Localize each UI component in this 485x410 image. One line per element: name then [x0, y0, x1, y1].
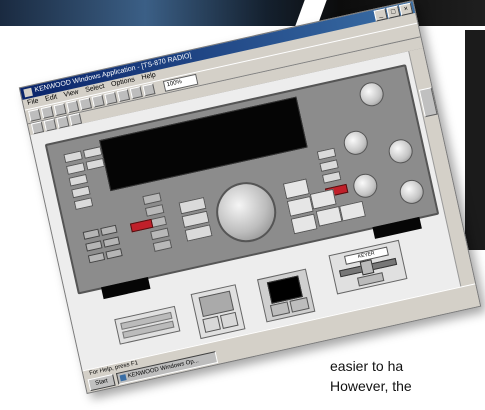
proc-key[interactable]: [73, 197, 94, 211]
copy-icon[interactable]: [91, 94, 105, 108]
new-icon[interactable]: [28, 108, 42, 122]
keypad-5[interactable]: [315, 205, 343, 227]
mode-am-key[interactable]: [150, 227, 170, 241]
app-icon: [23, 87, 33, 98]
send-key[interactable]: [85, 157, 105, 171]
right-foot: [372, 216, 422, 239]
article-body-text: easier to ha However, the: [330, 356, 485, 396]
grid-icon[interactable]: [129, 86, 143, 100]
notch-knob[interactable]: [397, 177, 427, 207]
keyer-key[interactable]: [87, 252, 106, 264]
article-line-2: However, the: [330, 378, 412, 394]
phones-key[interactable]: [82, 228, 100, 240]
agc-key[interactable]: [100, 224, 118, 236]
memory-module[interactable]: [114, 305, 181, 345]
tf-set-key[interactable]: [319, 159, 339, 172]
keyer-button[interactable]: [357, 272, 385, 287]
cut-icon[interactable]: [78, 97, 93, 111]
rit-knob[interactable]: [350, 171, 380, 201]
task-label: KENWOOD Windows Op...: [127, 358, 200, 380]
af-gain-knob[interactable]: [357, 79, 386, 109]
left-foot: [101, 276, 151, 300]
lock-key[interactable]: [321, 171, 342, 184]
control-module[interactable]: [190, 284, 246, 340]
keyer-module[interactable]: KEYER: [328, 239, 408, 295]
nb-key[interactable]: [102, 236, 121, 248]
nr-key[interactable]: [105, 248, 123, 260]
keypad-4[interactable]: [290, 213, 318, 235]
scope-button-left[interactable]: [269, 301, 291, 317]
undo-icon[interactable]: [116, 88, 131, 103]
print-icon[interactable]: [66, 100, 80, 114]
scope-module[interactable]: [257, 268, 316, 323]
meter-key[interactable]: [82, 146, 103, 159]
split-key[interactable]: [316, 147, 337, 161]
shift-knob[interactable]: [386, 136, 415, 166]
paste-icon[interactable]: [104, 91, 118, 105]
vox-key[interactable]: [71, 185, 91, 199]
select-icon[interactable]: [142, 83, 156, 97]
control-button-left[interactable]: [202, 315, 221, 333]
mode-usb-key[interactable]: [144, 204, 165, 217]
control-button-right[interactable]: [219, 311, 239, 329]
page-edge-strip: [465, 30, 485, 250]
mode-fm-key[interactable]: [152, 239, 173, 252]
main-tuning-knob[interactable]: [210, 176, 282, 248]
scrollbar-thumb[interactable]: [418, 87, 438, 118]
open-icon[interactable]: [40, 105, 54, 119]
power-key[interactable]: [63, 150, 83, 164]
keyer-slider-handle[interactable]: [359, 259, 375, 276]
keypad-6[interactable]: [339, 200, 366, 222]
save-icon[interactable]: [53, 102, 67, 117]
application-window: KENWOOD Windows Application - [TS-870 RA…: [18, 0, 482, 394]
rf-gain-knob[interactable]: [341, 128, 371, 158]
att-key[interactable]: [65, 162, 86, 175]
mic-key[interactable]: [85, 240, 103, 252]
task-app-icon: [119, 374, 127, 382]
article-line-1: easier to ha: [330, 358, 404, 374]
scope-button-right[interactable]: [289, 297, 310, 313]
mode-lsb-key[interactable]: [142, 192, 162, 206]
preamp-key[interactable]: [68, 173, 89, 187]
